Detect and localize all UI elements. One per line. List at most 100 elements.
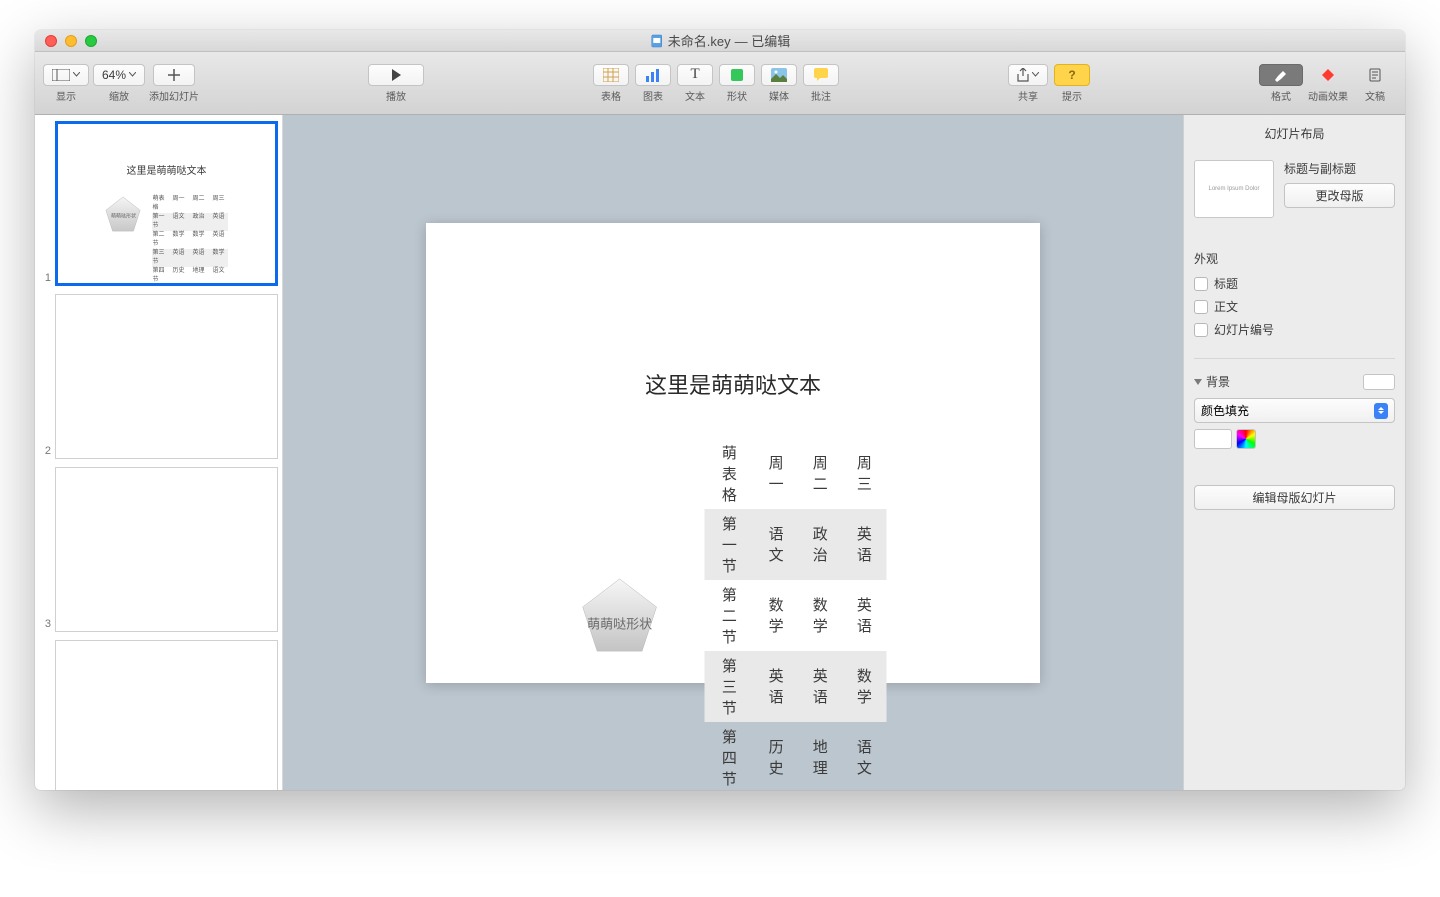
slide-thumbnail-1[interactable]: 这里是萌萌哒文本 萌萌哒形状 萌表格周一周二周三 [55, 121, 278, 286]
table-cell[interactable]: 英语 [798, 651, 842, 722]
table-cell[interactable]: 政治 [798, 509, 842, 580]
background-disclosure[interactable]: 背景 [1194, 373, 1230, 390]
play-button[interactable] [368, 64, 424, 86]
body-checkbox-row[interactable]: 正文 [1194, 298, 1395, 315]
title-check-label: 标题 [1214, 275, 1238, 292]
chevron-down-icon [1194, 379, 1202, 385]
table-row[interactable]: 第四节 历史 地理 语文 [705, 722, 887, 791]
table-header-row[interactable]: 萌表格 周一 周二 周三 [705, 438, 887, 509]
title-checkbox-row[interactable]: 标题 [1194, 275, 1395, 292]
table-cell[interactable]: 第三节 [705, 651, 754, 722]
table-cell[interactable]: 英语 [842, 580, 886, 651]
table-cell[interactable]: 语文 [842, 722, 886, 791]
keynote-file-icon [650, 34, 664, 48]
table-row[interactable]: 第二节 数学 数学 英语 [705, 580, 887, 651]
zoom-button[interactable]: 64% [93, 64, 145, 86]
table-row[interactable]: 第一节 语文 政治 英语 [705, 509, 887, 580]
document-label: 文稿 [1365, 88, 1385, 103]
table-icon [603, 68, 619, 82]
chart-button[interactable] [635, 64, 671, 86]
close-button[interactable] [45, 35, 57, 47]
titlebar[interactable]: 未命名.key — 已编辑 [35, 30, 1405, 52]
slide-table[interactable]: 萌表格 周一 周二 周三 第一节 语文 政治 英语 第二节 [705, 438, 887, 791]
table-cell[interactable]: 数学 [798, 580, 842, 651]
table-cell[interactable]: 地理 [798, 722, 842, 791]
slide-number: 3 [39, 618, 51, 632]
table-cell[interactable]: 萌表格 [705, 438, 754, 509]
shape-button[interactable] [719, 64, 755, 86]
color-picker-button[interactable] [1236, 429, 1256, 449]
slide-number: 1 [39, 272, 51, 286]
document-tab[interactable] [1353, 64, 1397, 86]
table-cell[interactable]: 数学 [754, 580, 798, 651]
background-label: 背景 [1206, 373, 1230, 390]
zoom-label: 缩放 [109, 88, 129, 103]
table-cell[interactable]: 第四节 [705, 722, 754, 791]
media-icon [771, 68, 787, 82]
thumb-table: 萌表格周一周二周三 第一节语文政治英语 第二节数学数学英语 第三节英语英语数学 … [152, 195, 228, 285]
table-cell[interactable]: 周二 [798, 438, 842, 509]
chart-label: 图表 [643, 88, 663, 103]
layout-preview[interactable]: Lorem Ipsum Dolor [1194, 160, 1274, 218]
plus-icon [167, 68, 181, 82]
window-title: 未命名.key — 已编辑 [650, 31, 790, 50]
animate-tab[interactable] [1306, 64, 1350, 86]
pentagon-shape[interactable]: 萌萌哒形状 [580, 566, 660, 664]
view-button[interactable] [43, 64, 89, 86]
minimize-button[interactable] [65, 35, 77, 47]
share-icon [1017, 68, 1029, 82]
maximize-button[interactable] [85, 35, 97, 47]
table-cell[interactable]: 历史 [754, 722, 798, 791]
table-cell[interactable]: 英语 [842, 509, 886, 580]
title-checkbox[interactable] [1194, 277, 1208, 291]
zoom-value: 64% [102, 68, 126, 82]
add-slide-button[interactable] [153, 64, 195, 86]
slide-canvas[interactable]: 这里是萌萌哒文本 萌萌哒形状 萌表格 周一 周二 [426, 223, 1040, 683]
table-cell[interactable]: 周一 [754, 438, 798, 509]
table-cell[interactable]: 第一节 [705, 509, 754, 580]
comment-label: 批注 [811, 88, 831, 103]
body-checkbox[interactable] [1194, 300, 1208, 314]
edit-master-button[interactable]: 编辑母版幻灯片 [1194, 485, 1395, 510]
text-button[interactable]: T [677, 64, 713, 86]
table-cell[interactable]: 第二节 [705, 580, 754, 651]
table-cell[interactable]: 数学 [842, 651, 886, 722]
slidenum-checkbox-row[interactable]: 幻灯片编号 [1194, 321, 1395, 338]
divider [1194, 358, 1395, 359]
table-cell[interactable]: 英语 [754, 651, 798, 722]
thumb-shape-label: 萌萌哒形状 [111, 212, 136, 219]
inspector-panel: 幻灯片布局 Lorem Ipsum Dolor 标题与副标题 更改母版 外观 标… [1183, 115, 1405, 790]
media-label: 媒体 [769, 88, 789, 103]
slide-thumbnail-4[interactable] [55, 640, 278, 790]
table-label: 表格 [601, 88, 621, 103]
table-button[interactable] [593, 64, 629, 86]
file-status: — 已编辑 [735, 31, 791, 50]
select-arrows-icon [1374, 403, 1388, 419]
color-well[interactable] [1194, 429, 1232, 449]
question-icon: ? [1068, 68, 1075, 82]
appearance-label: 外观 [1194, 250, 1395, 267]
share-button[interactable] [1008, 64, 1048, 86]
chevron-down-icon [73, 72, 80, 77]
table-row[interactable]: 第三节 英语 英语 数学 [705, 651, 887, 722]
background-swatch[interactable] [1363, 374, 1395, 390]
slide-title-text[interactable]: 这里是萌萌哒文本 [645, 368, 821, 400]
fill-type-select[interactable]: 颜色填充 [1194, 398, 1395, 423]
change-master-button[interactable]: 更改母版 [1284, 183, 1395, 208]
shape-icon [730, 68, 744, 82]
table-cell[interactable]: 语文 [754, 509, 798, 580]
tips-button[interactable]: ? [1054, 64, 1090, 86]
body-check-label: 正文 [1214, 298, 1238, 315]
media-button[interactable] [761, 64, 797, 86]
slide-thumbnail-2[interactable] [55, 294, 278, 459]
slide-thumbnail-3[interactable] [55, 467, 278, 632]
comment-button[interactable] [803, 64, 839, 86]
comment-icon [814, 68, 828, 82]
toolbar: 显示 64% 缩放 添加幻灯片 播放 [35, 52, 1405, 115]
shape-label: 形状 [727, 88, 747, 103]
slide-navigator[interactable]: 1 这里是萌萌哒文本 萌萌哒形状 [35, 115, 283, 790]
canvas[interactable]: 这里是萌萌哒文本 萌萌哒形状 萌表格 周一 周二 [283, 115, 1183, 790]
table-cell[interactable]: 周三 [842, 438, 886, 509]
format-tab[interactable] [1259, 64, 1303, 86]
slidenum-checkbox[interactable] [1194, 323, 1208, 337]
